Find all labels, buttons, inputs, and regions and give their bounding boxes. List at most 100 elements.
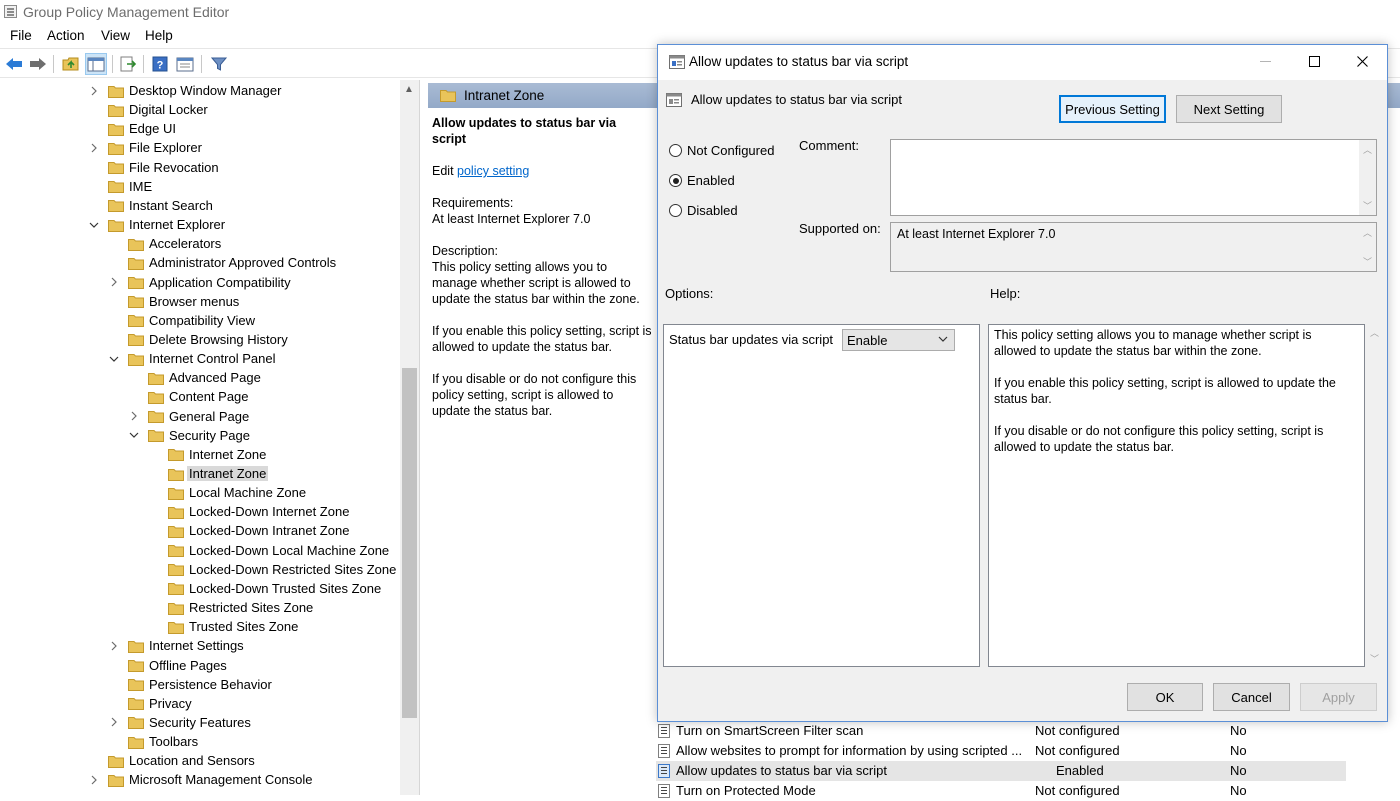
tree-item[interactable]: Advanced Page (128, 368, 261, 387)
tree-item[interactable]: Internet Settings (108, 636, 244, 655)
chevron-right-icon[interactable] (108, 716, 120, 728)
tree-item[interactable]: Locked-Down Restricted Sites Zone (148, 560, 396, 579)
help-paragraph-2: If you enable this policy setting, scrip… (994, 376, 1336, 406)
policy-setting-icon (658, 744, 670, 758)
cancel-button[interactable]: Cancel (1213, 683, 1290, 711)
up-folder-icon[interactable] (60, 53, 82, 75)
tree-item[interactable]: Toolbars (108, 732, 198, 751)
edit-policy-setting-link[interactable]: policy setting (457, 164, 529, 178)
tree-item-label: Edge UI (129, 121, 176, 137)
tree-item[interactable]: Instant Search (88, 196, 213, 215)
tree-item[interactable]: Trusted Sites Zone (148, 617, 298, 636)
tree-item-label: Desktop Window Manager (129, 83, 282, 98)
tree-item[interactable]: Privacy (108, 694, 192, 713)
chevron-right-icon[interactable] (88, 142, 100, 154)
chevron-right-icon[interactable] (128, 410, 140, 422)
help-scroll-down-icon[interactable]: ﹀ (1370, 652, 1379, 665)
tree-item[interactable]: Accelerators (108, 234, 221, 253)
tree-item[interactable]: Persistence Behavior (108, 675, 272, 694)
supported-on-value: At least Internet Explorer 7.0 (897, 227, 1056, 241)
next-setting-button[interactable]: Next Setting (1176, 95, 1282, 123)
tree-item[interactable]: Security Features (108, 713, 251, 732)
chevron-right-icon[interactable] (108, 276, 120, 288)
setting-row[interactable]: Allow websites to prompt for information… (656, 741, 1346, 761)
menu-help[interactable]: Help (145, 28, 173, 43)
comment-field[interactable]: ︿ ﹀ (890, 139, 1377, 216)
tree-item[interactable]: IME (88, 177, 152, 196)
chevron-right-icon[interactable] (88, 774, 100, 786)
tree-item[interactable]: Locked-Down Intranet Zone (148, 521, 349, 540)
radio-disabled[interactable]: Disabled (669, 203, 738, 218)
forward-arrow-icon[interactable] (27, 53, 49, 75)
tree-item[interactable]: Intranet Zone (148, 464, 269, 483)
tree-item[interactable]: Administrator Approved Controls (108, 253, 336, 272)
console-tree[interactable]: Desktop Window Manager Digital Locker Edge… (0, 80, 420, 795)
tree-item[interactable]: General Page (128, 407, 249, 426)
chevron-down-icon[interactable] (128, 429, 140, 441)
tree-item[interactable]: Digital Locker (88, 100, 208, 119)
help-icon[interactable]: ? (149, 53, 171, 75)
properties-icon[interactable] (174, 53, 196, 75)
tree-item[interactable]: Delete Browsing History (108, 330, 288, 349)
tree-item[interactable]: Locked-Down Trusted Sites Zone (148, 579, 381, 598)
setting-row[interactable]: Turn on SmartScreen Filter scan Not confi… (656, 721, 1346, 741)
policy-setting-icon (669, 55, 685, 69)
status-bar-updates-dropdown[interactable]: Enable (842, 329, 955, 351)
tree-item[interactable]: Edge UI (88, 119, 176, 138)
radio-not-configured-circle[interactable] (669, 144, 682, 157)
tree-item[interactable]: Offline Pages (108, 656, 227, 675)
tree-item[interactable]: Application Compatibility (108, 273, 291, 292)
menu-file[interactable]: File (10, 28, 32, 43)
tree-item[interactable]: Security Page (128, 426, 250, 445)
previous-setting-button[interactable]: Previous Setting (1059, 95, 1166, 123)
show-hide-console-tree-icon[interactable] (85, 53, 107, 75)
apply-button[interactable]: Apply (1300, 683, 1377, 711)
chevron-right-icon[interactable] (108, 640, 120, 652)
tree-item[interactable]: File Explorer (88, 138, 202, 157)
tree-item[interactable]: Compatibility View (108, 311, 255, 330)
back-arrow-icon[interactable] (3, 53, 25, 75)
supported-on-scrollbar[interactable]: ︿ ﹀ (1359, 223, 1376, 271)
menu-action[interactable]: Action (47, 28, 85, 43)
tree-item[interactable]: Locked-Down Local Machine Zone (148, 541, 389, 560)
tree-item[interactable]: Browser menus (108, 292, 239, 311)
tree-scrollbar[interactable]: ▲ (400, 80, 419, 795)
radio-enabled-circle[interactable] (669, 174, 682, 187)
tree-scrollbar-thumb[interactable] (402, 368, 417, 718)
setting-row-comment: No (1230, 763, 1247, 778)
radio-disabled-circle[interactable] (669, 204, 682, 217)
tree-item[interactable]: Content Page (128, 387, 249, 406)
tree-item-label: Application Compatibility (149, 274, 291, 290)
maximize-icon[interactable] (1291, 45, 1337, 77)
close-icon[interactable] (1339, 45, 1385, 77)
ok-button[interactable]: OK (1127, 683, 1203, 711)
tree-item[interactable]: Restricted Sites Zone (148, 598, 313, 617)
tree-item[interactable]: Desktop Window Manager (88, 81, 281, 100)
svg-text:?: ? (157, 60, 164, 72)
chevron-down-icon[interactable] (108, 353, 120, 365)
tree-item[interactable]: File Revocation (88, 158, 219, 177)
comment-scrollbar[interactable]: ︿ ﹀ (1359, 140, 1376, 215)
menu-view[interactable]: View (101, 28, 130, 43)
tree-item[interactable]: Microsoft Management Console (88, 770, 313, 789)
chevron-down-icon[interactable] (88, 219, 100, 231)
tree-item[interactable]: Local Machine Zone (148, 483, 306, 502)
filter-icon[interactable] (208, 53, 230, 75)
tree-item[interactable]: Internet Explorer (88, 215, 225, 234)
radio-not-configured[interactable]: Not Configured (669, 143, 774, 158)
setting-row[interactable]: Allow updates to status bar via script En… (656, 761, 1346, 781)
export-list-icon[interactable] (117, 53, 139, 75)
scroll-up-icon[interactable]: ▲ (404, 84, 414, 95)
tree-item[interactable]: Locked-Down Internet Zone (148, 502, 349, 521)
radio-enabled[interactable]: Enabled (669, 173, 735, 188)
folder-icon (108, 161, 124, 175)
tree-item[interactable]: Location and Sensors (88, 751, 255, 770)
help-scroll-up-icon[interactable]: ︿ (1370, 326, 1379, 339)
chevron-right-icon[interactable] (88, 85, 100, 97)
help-scrollbar[interactable]: ︿ ﹀ (1367, 324, 1384, 667)
setting-row[interactable]: Turn on Protected Mode Not configured No (656, 781, 1346, 801)
tree-item[interactable]: Internet Zone (148, 445, 266, 464)
tree-item[interactable]: Internet Control Panel (108, 349, 275, 368)
folder-icon (148, 429, 164, 443)
